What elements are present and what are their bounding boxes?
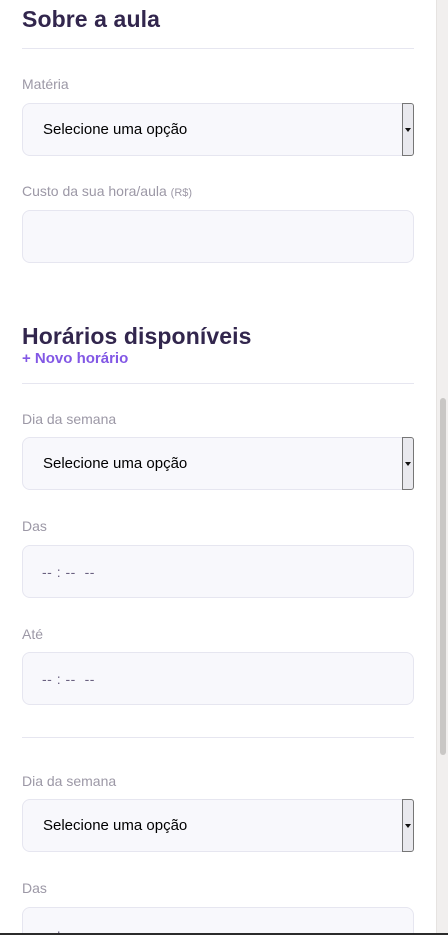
weekday-label: Dia da semana xyxy=(22,411,117,427)
to-time-input[interactable]: -- : -- -- xyxy=(22,652,414,705)
viewport: Sobre a aula Matéria Selecione uma opção… xyxy=(0,0,448,935)
weekday-select-value: Selecione uma opção xyxy=(43,455,188,472)
form-content: Sobre a aula Matéria Selecione uma opção… xyxy=(0,0,436,935)
chevron-down-icon[interactable] xyxy=(402,799,414,852)
from-label: Das xyxy=(22,518,47,534)
cost-label: Custo da sua hora/aula (R$) xyxy=(22,183,192,199)
schedule-item-divider xyxy=(22,737,414,738)
from-time-input[interactable]: -- : -- -- xyxy=(22,545,414,598)
cost-label-text: Custo da sua hora/aula xyxy=(22,183,167,199)
from-time-value: -- : -- -- xyxy=(42,564,95,580)
cost-label-hint: (R$) xyxy=(170,187,193,199)
scrollbar[interactable] xyxy=(436,0,448,935)
chevron-down-icon[interactable] xyxy=(402,437,414,490)
about-divider xyxy=(22,48,414,49)
from-label: Das xyxy=(22,880,47,896)
schedule-section-title: Horários disponíveis xyxy=(22,323,252,349)
chevron-down-icon[interactable] xyxy=(402,103,414,156)
subject-label: Matéria xyxy=(22,76,69,92)
schedule-divider xyxy=(22,383,414,384)
scrollbar-thumb[interactable] xyxy=(440,398,446,755)
about-section-title: Sobre a aula xyxy=(22,6,160,32)
subject-select-value: Selecione uma opção xyxy=(43,121,188,138)
weekday-label: Dia da semana xyxy=(22,773,117,789)
from-time-input[interactable]: -- : -- -- xyxy=(22,907,414,935)
weekday-select-value: Selecione uma opção xyxy=(43,817,188,834)
weekday-select[interactable]: Selecione uma opção xyxy=(22,799,414,852)
to-label: Até xyxy=(22,626,44,642)
subject-select[interactable]: Selecione uma opção xyxy=(22,103,414,156)
new-schedule-button[interactable]: + Novo horário xyxy=(22,350,128,367)
to-time-value: -- : -- -- xyxy=(42,671,95,687)
cost-input[interactable] xyxy=(22,210,414,263)
weekday-select[interactable]: Selecione uma opção xyxy=(22,437,414,490)
